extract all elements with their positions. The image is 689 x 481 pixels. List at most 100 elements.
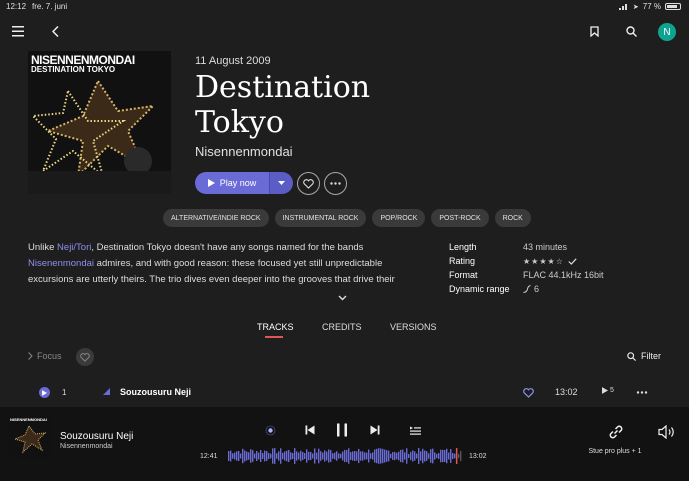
waveform-bar — [322, 452, 324, 460]
genre-chip[interactable]: ALTERNATIVE/INDIE ROCK — [163, 209, 269, 227]
output-device-label[interactable]: Stue pro plus + 1 — [584, 447, 646, 456]
waveform-bar — [396, 452, 398, 460]
description-text: Unlike — [28, 242, 58, 253]
waveform-bar — [234, 452, 236, 460]
waveform-bar — [302, 452, 304, 460]
waveform-bar — [278, 451, 280, 461]
waveform-bar — [430, 449, 432, 463]
length-label: Length — [449, 242, 477, 252]
tab-credits[interactable]: CREDITS — [322, 322, 362, 332]
description-link-neji-tori[interactable]: Neji/Tori — [57, 242, 91, 253]
format-label: Format — [449, 270, 478, 280]
filter-button[interactable]: Filter — [627, 351, 661, 361]
favorite-button[interactable] — [297, 172, 320, 195]
waveform-bar — [410, 451, 412, 461]
status-time: 12:12 — [6, 2, 27, 11]
waveform-bar — [412, 450, 414, 462]
waveform-bar — [388, 450, 390, 462]
waveform-bar — [350, 452, 352, 460]
tab-versions[interactable]: VERSIONS — [390, 322, 437, 332]
waveform-bar — [370, 453, 372, 459]
pause-icon[interactable] — [336, 423, 348, 437]
waveform-bar — [390, 453, 392, 459]
waveform-bar — [360, 451, 362, 461]
track-title[interactable]: Souzousuru Neji — [120, 387, 191, 397]
waveform-bar — [250, 449, 252, 463]
table-row[interactable]: 1 Souzousuru Neji 13:02 5 — [0, 383, 689, 403]
waveform-bar — [300, 450, 302, 462]
playhead[interactable] — [455, 448, 458, 464]
player-track-title[interactable]: Souzousuru Neji — [60, 431, 133, 442]
waveform-bar — [264, 450, 266, 462]
expand-description-icon[interactable] — [338, 295, 347, 301]
waveform-bar — [352, 451, 354, 461]
next-icon[interactable] — [370, 425, 380, 435]
play-now-button[interactable]: Play now — [195, 172, 269, 194]
waveform-bar — [342, 451, 344, 461]
heart-icon[interactable] — [523, 388, 534, 398]
waveform-seek-bar[interactable] — [228, 447, 462, 465]
waveform-bar — [298, 452, 300, 460]
avatar[interactable]: N — [658, 23, 676, 41]
waveform-bar — [354, 451, 356, 461]
genre-chip[interactable]: POST-ROCK — [431, 209, 489, 227]
play-options-dropdown[interactable] — [269, 172, 293, 194]
tab-tracks[interactable]: TRACKS — [257, 322, 294, 332]
genre-chip[interactable]: INSTRUMENTAL ROCK — [274, 209, 367, 227]
player-cover[interactable]: NISENNENMONDAI — [9, 416, 51, 458]
waveform-bar — [400, 449, 402, 463]
waveform-bar — [428, 453, 430, 459]
waveform-bar — [442, 449, 444, 463]
waveform-bar — [426, 451, 428, 461]
bookmark-icon[interactable] — [590, 26, 599, 37]
waveform-bar — [314, 448, 316, 464]
waveform-bar — [260, 449, 262, 463]
waveform-bar — [344, 449, 346, 463]
genre-chip[interactable]: ROCK — [494, 209, 531, 227]
waveform-bar — [356, 451, 358, 461]
waveform-bar — [332, 453, 334, 459]
waveform-bar — [358, 448, 360, 464]
status-bar: 12:12 fre. 7. juni ➤ 77 % — [0, 0, 689, 14]
album-artist[interactable]: Nisennenmondai — [195, 144, 293, 159]
focus-toggle[interactable]: Focus — [28, 351, 62, 361]
menu-icon[interactable] — [12, 26, 24, 37]
waveform-bar — [414, 451, 416, 461]
waveform-bar — [434, 452, 436, 460]
search-icon — [627, 351, 636, 361]
waveform-bar — [450, 449, 452, 463]
status-indicators: ➤ 77 % — [618, 2, 681, 11]
genre-chip[interactable]: POP/ROCK — [372, 209, 426, 227]
signal-icon — [618, 4, 627, 10]
previous-icon[interactable] — [305, 425, 315, 435]
queue-icon[interactable] — [410, 426, 421, 435]
waveform-bar — [248, 452, 250, 460]
sparkle-icon[interactable] — [265, 425, 276, 436]
volume-icon[interactable] — [658, 425, 676, 439]
search-icon[interactable] — [626, 26, 637, 37]
waveform-bar — [382, 448, 384, 464]
back-icon[interactable] — [52, 26, 59, 37]
track-play-button[interactable] — [39, 387, 50, 398]
waveform-bar — [244, 450, 246, 462]
waveform-bar — [268, 452, 270, 460]
link-icon[interactable] — [607, 423, 625, 441]
dynamic-range-icon — [523, 285, 531, 293]
focus-heart-button[interactable] — [76, 348, 94, 366]
album-title: Destination Tokyo — [195, 70, 371, 140]
meta-format: Format FLAC 44.1kHz 16bit — [449, 268, 604, 282]
waveform-bar — [328, 449, 330, 463]
filter-label: Filter — [641, 351, 661, 361]
waveform-bar — [368, 449, 370, 463]
waveform-bar — [228, 451, 230, 461]
waveform-bar — [276, 453, 278, 459]
player-artist[interactable]: Nisennenmondai — [60, 443, 113, 450]
description-link-artist[interactable]: Nisenenmondai — [28, 258, 94, 269]
more-options-button[interactable] — [324, 172, 347, 195]
waveform-bar — [452, 452, 454, 460]
album-cover: NISENNENMONDAI DESTINATION TOKYO — [28, 51, 171, 194]
waveform-bar — [438, 453, 440, 459]
more-icon[interactable] — [636, 391, 648, 394]
waveform-bar — [258, 452, 260, 460]
waveform-bar — [402, 449, 404, 463]
